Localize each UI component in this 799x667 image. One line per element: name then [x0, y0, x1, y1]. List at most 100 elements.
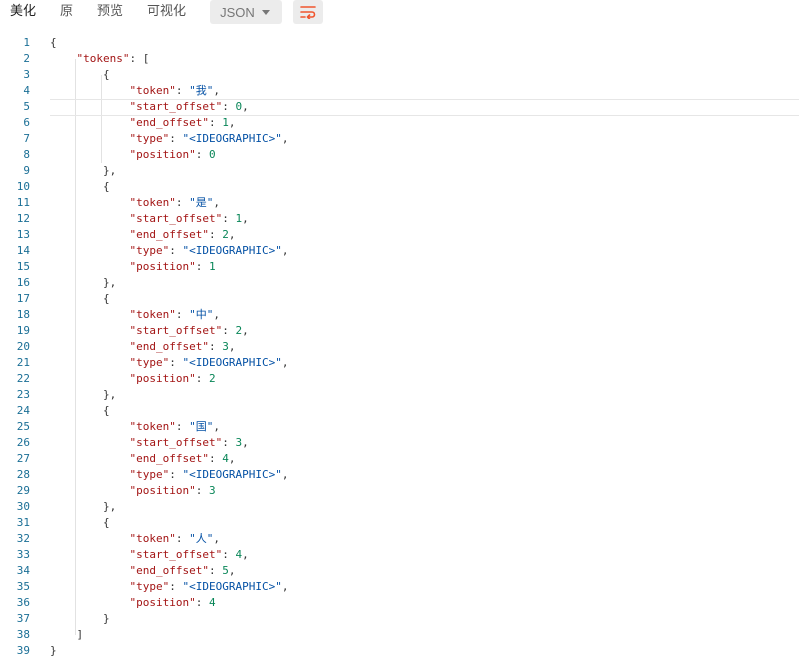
code-text: "token": "中", — [50, 307, 219, 323]
code-text: "start_offset": 1, — [50, 211, 248, 227]
json-punctuation: : — [175, 196, 190, 209]
json-key: "token" — [129, 308, 176, 321]
code-line: 26 "start_offset": 3, — [0, 435, 799, 451]
code-text: "end_offset": 5, — [50, 563, 235, 579]
code-line: 14 "type": "<IDEOGRAPHIC>", — [0, 243, 799, 259]
json-punctuation: } — [50, 644, 57, 657]
json-punctuation: : — [175, 532, 190, 545]
json-string: "是" — [189, 196, 214, 209]
json-punctuation: { — [102, 292, 110, 305]
code-line: 1{ — [0, 35, 799, 51]
json-punctuation: }, — [102, 500, 117, 513]
line-number: 20 — [16, 340, 30, 353]
code-line: 25 "token": "国", — [0, 419, 799, 435]
json-string: "<IDEOGRAPHIC>" — [182, 132, 282, 145]
json-string: "我" — [189, 84, 214, 97]
line-number: 31 — [16, 516, 30, 529]
line-number: 10 — [16, 180, 30, 193]
wrap-lines-button[interactable] — [293, 0, 324, 24]
code-text: "token": "国", — [50, 419, 219, 435]
json-key: "position" — [129, 484, 196, 497]
tab-preview[interactable]: 预览 — [85, 0, 135, 24]
json-punctuation: : — [208, 452, 223, 465]
code-text: "start_offset": 2, — [50, 323, 249, 339]
json-number: 0 — [208, 148, 216, 161]
line-number: 32 — [16, 532, 30, 545]
code-line: 18 "token": "中", — [0, 307, 799, 323]
format-select-value: JSON — [220, 4, 255, 20]
tab-visualize[interactable]: 可视化 — [135, 0, 198, 24]
line-number: 12 — [16, 212, 30, 225]
json-string: "<IDEOGRAPHIC>" — [182, 356, 282, 369]
json-key: "position" — [129, 260, 196, 273]
json-punctuation: , — [228, 564, 236, 577]
code-line: 12 "start_offset": 1, — [0, 211, 799, 227]
code-text: }, — [50, 499, 116, 515]
code-text: "token": "我", — [50, 83, 220, 99]
line-number: 27 — [16, 452, 30, 465]
json-punctuation: : — [222, 100, 236, 113]
json-punctuation: { — [102, 68, 110, 81]
json-punctuation: , — [242, 324, 249, 337]
tab-raw[interactable]: 原 — [48, 0, 85, 24]
json-number: 1 — [222, 116, 229, 129]
json-number: 5 — [222, 564, 229, 577]
code-line: 7 "type": "<IDEOGRAPHIC>", — [0, 131, 799, 147]
line-number: 15 — [16, 260, 30, 273]
code-text: "end_offset": 3, — [50, 339, 235, 355]
code-text: { — [50, 403, 110, 419]
code-text: { — [50, 179, 110, 195]
line-number: 16 — [16, 276, 30, 289]
code-line: 39} — [0, 643, 799, 659]
json-punctuation: , — [228, 340, 236, 353]
json-key: "end_offset" — [129, 452, 209, 465]
json-key: "position" — [129, 372, 196, 385]
code-text: "start_offset": 3, — [50, 435, 249, 451]
code-text: "start_offset": 4, — [50, 547, 248, 563]
code-text: { — [50, 67, 110, 83]
json-key: "token" — [129, 196, 176, 209]
code-text: "end_offset": 2, — [50, 227, 235, 243]
code-text: "type": "<IDEOGRAPHIC>", — [50, 243, 288, 259]
json-punctuation: { — [102, 516, 110, 529]
line-number: 29 — [16, 484, 30, 497]
code-line: 29 "position": 3 — [0, 483, 799, 499]
tab-beautify[interactable]: 美化 — [0, 0, 48, 24]
code-line: 22 "position": 2 — [0, 371, 799, 387]
code-line: 3 { — [0, 67, 799, 83]
line-number: 5 — [23, 100, 30, 113]
json-punctuation: , — [228, 452, 236, 465]
code-text: ] — [50, 627, 84, 643]
json-punctuation: , — [213, 84, 220, 97]
json-punctuation: , — [242, 436, 249, 449]
json-punctuation: { — [102, 180, 110, 193]
json-key: "type" — [129, 468, 170, 481]
json-number: 2 — [222, 228, 229, 241]
json-editor[interactable]: 1{2 "tokens": [3 {4 "token": "我", 5 "star… — [0, 35, 799, 659]
line-number: 25 — [16, 420, 30, 433]
json-punctuation: , — [213, 196, 220, 209]
code-line: 27 "end_offset": 4, — [0, 451, 799, 467]
code-line: 16 }, — [0, 275, 799, 291]
json-punctuation: : — [195, 596, 209, 609]
json-punctuation: : [ — [129, 52, 150, 65]
code-text: "position": 2 — [50, 371, 215, 387]
code-text: "token": "人", — [50, 531, 219, 547]
json-punctuation: : — [208, 116, 223, 129]
code-text: "position": 3 — [50, 483, 215, 499]
line-number: 17 — [16, 292, 30, 305]
code-text: { — [50, 515, 110, 531]
line-number: 2 — [23, 52, 30, 65]
code-line: 11 "token": "是", — [0, 195, 799, 211]
json-number: 1 — [208, 260, 216, 273]
json-key: "end_offset" — [129, 228, 209, 241]
code-line: 23 }, — [0, 387, 799, 403]
line-number: 34 — [16, 564, 30, 577]
code-line: 17 { — [0, 291, 799, 307]
json-punctuation: : — [175, 308, 190, 321]
format-select[interactable]: JSON — [210, 0, 283, 24]
json-string: "<IDEOGRAPHIC>" — [182, 244, 282, 257]
json-punctuation: : — [208, 340, 223, 353]
code-text: } — [50, 643, 57, 659]
json-key: "tokens" — [76, 52, 130, 65]
